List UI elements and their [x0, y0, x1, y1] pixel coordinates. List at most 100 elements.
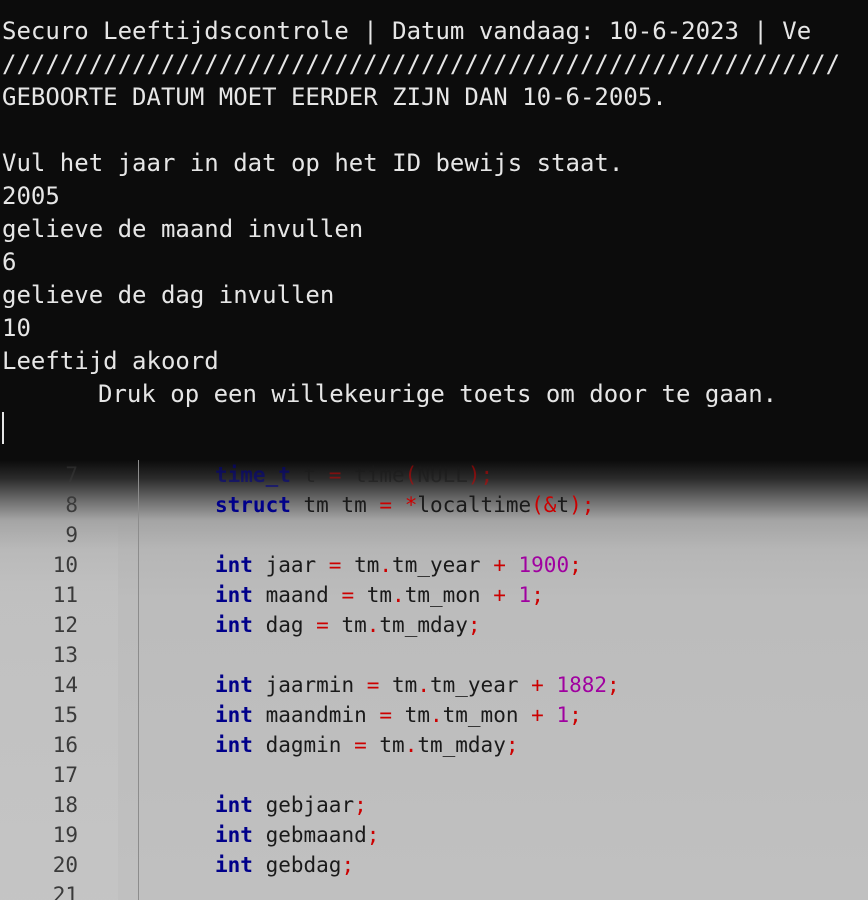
console-age-requirement: GEBOORTE DATUM MOET EERDER ZIJN DAN 10-6… [2, 83, 667, 111]
operator-token: . [404, 733, 418, 757]
operator-token: ; [569, 553, 582, 577]
line-number: 8 [65, 493, 78, 517]
operator-token: ; [531, 583, 544, 607]
identifier-token: maand [252, 583, 342, 607]
code-text: int jaar = tm.tm_year + 1900; [215, 550, 582, 580]
console-day-prompt: gelieve de dag invullen [2, 281, 335, 309]
console-window[interactable]: Securo Leeftijdscontrole | Datum vandaag… [0, 0, 868, 475]
line-number: 12 [52, 613, 78, 637]
operator-token: = [328, 553, 342, 577]
operator-token: = [366, 673, 380, 697]
line-number: 7 [65, 463, 78, 487]
identifier-token: tm tm [290, 493, 380, 517]
console-year-prompt: Vul het jaar in dat op het ID bewijs sta… [2, 149, 624, 177]
code-line[interactable]: 14 int jaarmin = tm.tm_year + 1882; [0, 670, 868, 700]
code-text: int gebjaar; [215, 790, 367, 820]
keyword-token: int [215, 823, 253, 847]
operator-token: ; [467, 613, 481, 637]
console-day-input: 10 [2, 314, 31, 342]
operator-token: . [417, 673, 430, 697]
code-text: struct tm tm = *localtime(&t); [215, 490, 594, 520]
keyword-token: int [215, 793, 253, 817]
console-month-input: 6 [2, 248, 17, 276]
keyword-token: int [215, 583, 253, 607]
operator-token: ); [569, 493, 595, 517]
number-token: 1 [518, 583, 532, 607]
console-month-prompt: gelieve de maand invullen [2, 215, 364, 243]
identifier-token: tm [354, 583, 393, 607]
keyword-token: int [215, 673, 253, 697]
console-year-input: 2005 [2, 182, 60, 210]
code-line[interactable]: 8 struct tm tm = *localtime(&t); [0, 490, 868, 520]
operator-token: . [392, 583, 405, 607]
code-line[interactable]: 16 int dagmin = tm.tm_mday; [0, 730, 868, 760]
operator-token: = [379, 493, 393, 517]
identifier-token: jaarmin [252, 673, 367, 697]
operator-token: . [379, 553, 393, 577]
identifier-token: gebmaand [252, 823, 367, 847]
identifier-token: maandmin [252, 703, 380, 727]
identifier-token [392, 493, 405, 517]
code-line[interactable]: 18 int gebjaar; [0, 790, 868, 820]
identifier-token: gebjaar [252, 793, 355, 817]
code-line[interactable]: 21 [0, 880, 868, 900]
line-number: 18 [52, 793, 78, 817]
identifier-token [506, 583, 519, 607]
operator-token: ( [404, 463, 418, 487]
keyword-token: int [215, 613, 253, 637]
line-number: 21 [52, 883, 78, 900]
identifier-token: tm_mday [379, 613, 468, 637]
identifier-token: tm [341, 553, 380, 577]
line-number: 14 [52, 673, 78, 697]
console-title-line: Securo Leeftijdscontrole | Datum vandaag… [2, 17, 812, 45]
keyword-token: struct [215, 493, 291, 517]
operator-token: ; [607, 673, 620, 697]
code-line[interactable]: 15 int maandmin = tm.tm_mon + 1; [0, 700, 868, 730]
code-line[interactable]: 19 int gebmaand; [0, 820, 868, 850]
operator-token: = [328, 463, 342, 487]
identifier-token: tm_year [429, 673, 532, 697]
code-editor[interactable]: 7 time_t t = time(NULL); 8 struct tm tm = *… [0, 460, 868, 900]
code-line[interactable]: 13 [0, 640, 868, 670]
keyword-token: int [215, 703, 253, 727]
console-separator-line: ////////////////////////////////////////… [2, 50, 841, 78]
operator-token: . [366, 613, 380, 637]
console-result-line: Leeftijd akoord [2, 347, 219, 375]
code-line[interactable]: 12 int dag = tm.tm_mday; [0, 610, 868, 640]
code-text: int maand = tm.tm_mon + 1; [215, 580, 544, 610]
code-text: int gebdag; [215, 850, 354, 880]
number-token: 1882 [556, 673, 608, 697]
identifier-token: tm [328, 613, 367, 637]
keyword-token: int [215, 853, 253, 877]
code-line[interactable]: 11 int maand = tm.tm_mon + 1; [0, 580, 868, 610]
identifier-token [544, 673, 557, 697]
code-text: int maandmin = tm.tm_mon + 1; [215, 700, 582, 730]
number-token: 1900 [518, 553, 570, 577]
operator-token: ; [366, 823, 380, 847]
identifier-token [506, 553, 519, 577]
code-line[interactable]: 9 [0, 520, 868, 550]
operator-token: = [341, 583, 355, 607]
identifier-token: tm_mday [417, 733, 506, 757]
code-line[interactable]: 10 int jaar = tm.tm_year + 1900; [0, 550, 868, 580]
operator-token: ; [341, 853, 355, 877]
operator-token: + [493, 553, 506, 577]
operator-token: + [531, 703, 544, 727]
number-token: 1 [556, 703, 570, 727]
line-number: 10 [52, 553, 78, 577]
identifier-token: dagmin [252, 733, 355, 757]
identifier-token: gebdag [252, 853, 342, 877]
operator-token: = [379, 703, 393, 727]
keyword-token: time_t [215, 463, 291, 487]
keyword-token: int [215, 553, 253, 577]
code-text: int dagmin = tm.tm_mday; [215, 730, 519, 760]
identifier-token: tm [392, 703, 430, 727]
code-line[interactable]: 20 int gebdag; [0, 850, 868, 880]
code-line[interactable]: 17 [0, 760, 868, 790]
code-line[interactable]: 7 time_t t = time(NULL); [0, 460, 868, 490]
line-number: 19 [52, 823, 78, 847]
identifier-token: jaar [252, 553, 329, 577]
operator-token: * [404, 493, 418, 517]
line-number: 15 [52, 703, 78, 727]
